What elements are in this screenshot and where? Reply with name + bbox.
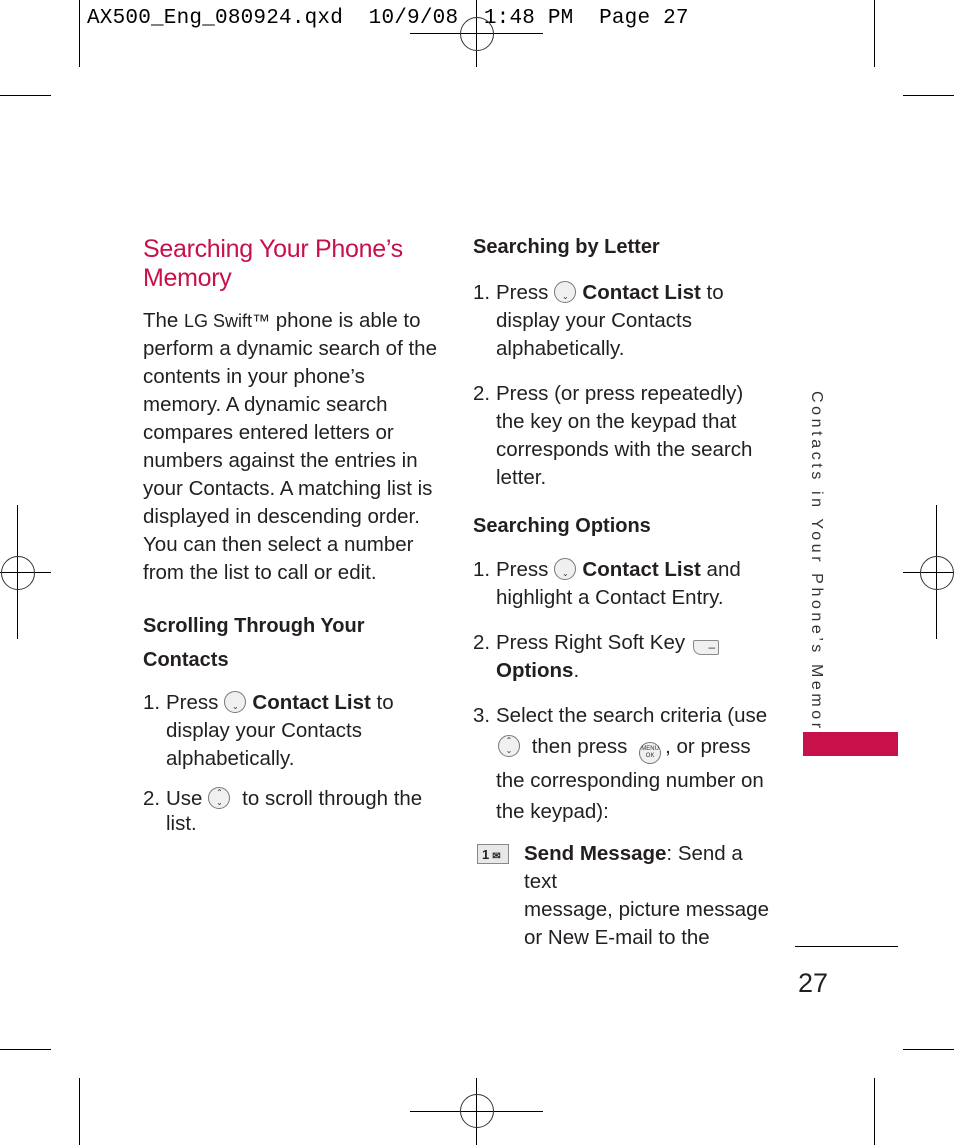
- option-item-send-message: 1 ✉ Send Message: Send a text message, pi…: [473, 840, 773, 952]
- registration-circle: [460, 17, 494, 51]
- registration-circle: [920, 556, 954, 590]
- intro-paragraph: The LG Swift™ phone is able to perform a…: [143, 309, 437, 584]
- crop-mark: [79, 1078, 80, 1145]
- left-column: Searching Your Phone’s Memory The LG Swi…: [143, 235, 443, 835]
- by-letter-step-1: 1. Press ⌄ Contact List to display your Co…: [473, 281, 724, 360]
- right-soft-key-icon: –: [693, 640, 720, 655]
- options-step-2: 2. Press Right Soft Key – Options.: [473, 629, 773, 685]
- by-letter-heading: Searching by Letter: [473, 236, 660, 258]
- scrolling-step-1: 1. Press ⌄ Contact List to display your Co…: [143, 691, 394, 770]
- crop-mark: [0, 95, 51, 96]
- scrolling-heading: Scrolling Through Your Contacts: [143, 615, 365, 671]
- crop-mark: [903, 1049, 954, 1050]
- crop-mark: [903, 95, 954, 96]
- scrolling-step-2: 2. Use ⌃ ⌄ to scroll through the list.: [143, 787, 423, 835]
- page-number: 27: [798, 968, 829, 998]
- side-tab-label: Contacts in Your Phone’s Memory: [808, 391, 825, 744]
- print-slug: AX500_Eng_080924.qxd 10/9/08 1:48 PM Pag…: [87, 7, 689, 30]
- ok-key-icon: MENU OK: [639, 742, 662, 764]
- section-title: Searching Your Phone’s Memory: [143, 235, 403, 292]
- down-key-icon: ⌄: [554, 281, 577, 303]
- footer-rule: [795, 946, 898, 947]
- keypad-1-icon: 1 ✉: [477, 844, 509, 864]
- crop-mark: [874, 0, 875, 67]
- crop-mark: [874, 1078, 875, 1145]
- side-tab-marker: [803, 732, 898, 756]
- down-key-icon: ⌄: [554, 558, 577, 580]
- navigation-key-icon: ⌃ ⌄: [498, 735, 520, 757]
- by-letter-step-2: 2. Press (or press repeatedly) the key o…: [473, 382, 753, 489]
- brand-name: LG Swift™: [184, 311, 271, 331]
- crop-mark: [0, 1049, 51, 1050]
- options-heading: Searching Options: [473, 515, 651, 537]
- options-step-3: 3. Select the search criteria (use ⌃ ⌄ th…: [473, 704, 768, 823]
- crop-mark: [79, 0, 80, 67]
- options-step-1: 1. Press ⌄ Contact List and highlight a Co…: [473, 558, 741, 609]
- down-key-icon: ⌄: [224, 691, 247, 713]
- registration-circle: [1, 556, 35, 590]
- navigation-key-icon: ⌃ ⌄: [208, 787, 231, 809]
- right-column: Searching by Letter 1. Press ⌄ Contact Lis…: [473, 233, 773, 952]
- registration-circle: [460, 1094, 494, 1128]
